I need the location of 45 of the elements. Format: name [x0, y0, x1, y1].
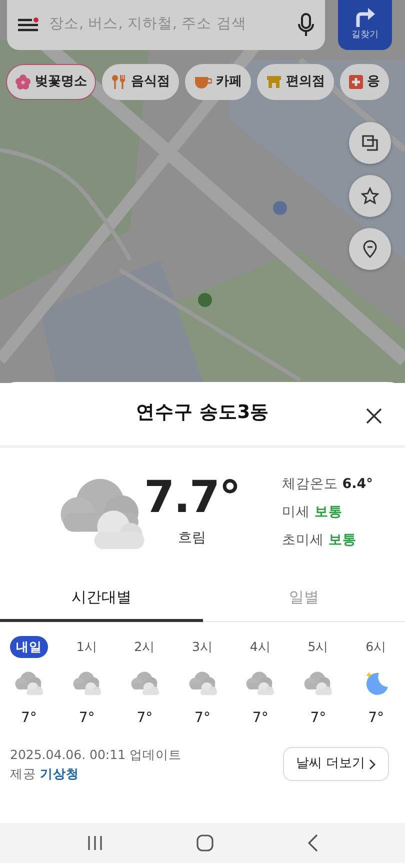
- category-chip[interactable]: 음식점: [102, 64, 179, 100]
- hour-temperature: 7°: [78, 709, 95, 728]
- weather-detail: 초미세 보통: [282, 531, 358, 550]
- weather-condition: 흐림: [178, 528, 206, 548]
- hour-temperature: 7°: [368, 709, 384, 728]
- tab[interactable]: 시간대별: [0, 576, 202, 622]
- chevron-icon: [369, 758, 376, 770]
- directions-button[interactable]: 길찾기: [338, 0, 392, 50]
- store-icon: [266, 75, 282, 89]
- recent-apps-button[interactable]: [86, 834, 104, 852]
- weather-detail: 체감온도 6.4°: [282, 475, 373, 494]
- star-icon: [361, 187, 379, 205]
- utensils-icon: [111, 74, 127, 90]
- cross-icon: [349, 75, 363, 89]
- hour-temperature: 7°: [20, 709, 37, 728]
- category-chip[interactable]: 벚꽃명소: [6, 64, 96, 100]
- back-button[interactable]: [306, 834, 319, 852]
- cup-icon: [194, 75, 212, 89]
- category-chip[interactable]: 편의점: [257, 64, 334, 100]
- search-field[interactable]: 장소, 버스, 지하철, 주소 검색: [47, 13, 289, 37]
- layers-icon: [361, 134, 379, 152]
- hour-label: 1시: [75, 638, 98, 656]
- location-title: 연수구 송도3동: [136, 402, 270, 425]
- temperature-reading: 7.7°: [144, 476, 240, 520]
- blossom-icon: [15, 74, 31, 90]
- update-time: 2025.04.06. 00:11 업데이트: [10, 746, 182, 764]
- hour-label: 4시: [248, 638, 272, 656]
- hour-temperature: 7°: [194, 709, 210, 728]
- turn-arrow-icon: [354, 7, 376, 28]
- search-bar[interactable]: 장소, 버스, 지하철, 주소 검색: [7, 0, 325, 50]
- hour-label: 5시: [306, 638, 330, 656]
- hour-label: 3시: [191, 638, 214, 656]
- more-weather-button[interactable]: 날씨 더보기: [282, 747, 389, 781]
- hour-temperature: 7°: [252, 709, 268, 728]
- location-pin-icon: [361, 240, 379, 258]
- weather-detail: 미세 보통: [282, 503, 344, 522]
- hour-temperature: 7°: [310, 709, 326, 728]
- home-button[interactable]: [196, 834, 214, 852]
- microphone-icon[interactable]: [297, 13, 315, 37]
- data-source: 제공 기상청: [10, 765, 80, 783]
- hour-temperature: 7°: [136, 709, 153, 728]
- day-badge: 내일: [10, 636, 48, 658]
- menu-icon[interactable]: [17, 17, 39, 33]
- hour-label: 2시: [133, 638, 156, 656]
- hour-label: 6시: [364, 638, 388, 656]
